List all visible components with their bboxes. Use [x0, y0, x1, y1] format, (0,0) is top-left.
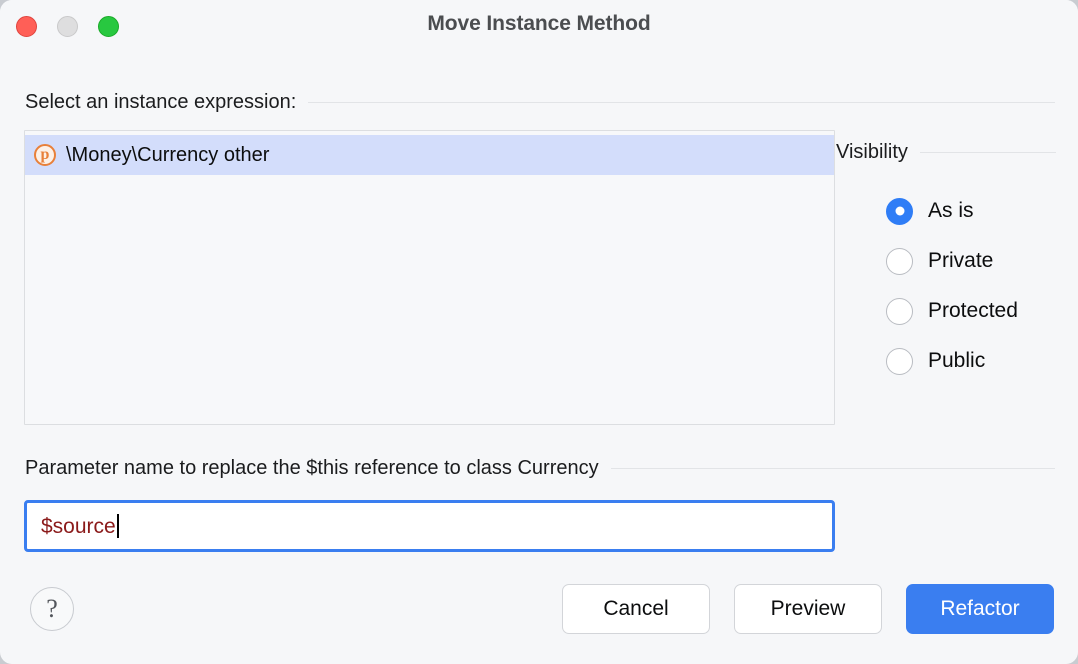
list-item[interactable]: p \Money\Currency other: [25, 135, 834, 175]
radio-protected-indicator[interactable]: [886, 297, 913, 325]
dialog-window: Move Instance Method Select an instance …: [0, 0, 1078, 664]
expression-list-inner: p \Money\Currency other: [25, 131, 834, 175]
radio-private-indicator[interactable]: [886, 247, 913, 275]
expression-header-divider: [308, 102, 1055, 103]
expression-section-label: Select an instance expression:: [25, 91, 297, 113]
radio-public-indicator[interactable]: [886, 347, 913, 375]
radio-option-public[interactable]: Public: [886, 336, 1018, 386]
window-title: Move Instance Method: [427, 12, 651, 35]
radio-protected-label: Protected: [928, 299, 1018, 322]
preview-button[interactable]: Preview: [734, 584, 882, 634]
visibility-section-label: Visibility: [836, 141, 908, 163]
refactor-button[interactable]: Refactor: [906, 584, 1054, 634]
dialog-body: Select an instance expression: p \Money\…: [0, 52, 1078, 664]
radio-private-label: Private: [928, 249, 994, 272]
help-button[interactable]: ?: [30, 587, 74, 631]
radio-option-private[interactable]: Private: [886, 236, 1018, 286]
dialog-footer: ? Cancel Preview Refactor: [0, 578, 1078, 664]
parameter-name-value: $source: [41, 514, 116, 538]
visibility-section-header: Visibility: [836, 141, 1056, 164]
visibility-radio-group: As is Private Protected Public: [886, 186, 1018, 386]
radio-public-label: Public: [928, 349, 986, 372]
radio-option-protected[interactable]: Protected: [886, 286, 1018, 336]
text-caret: [116, 514, 119, 538]
visibility-panel: Visibility As is Private Protected Publi…: [836, 130, 1078, 425]
list-item-label: \Money\Currency other: [66, 144, 270, 166]
expression-section-header: Select an instance expression:: [25, 91, 1055, 114]
parameter-section-header: Parameter name to replace the $this refe…: [25, 457, 1055, 480]
radio-as-is-indicator[interactable]: [886, 197, 913, 225]
content-row: p \Money\Currency other Visibility As is: [0, 130, 1078, 425]
parameter-section-label: Parameter name to replace the $this refe…: [25, 457, 599, 479]
radio-option-as-is[interactable]: As is: [886, 186, 1018, 236]
visibility-header-divider: [919, 152, 1056, 153]
cancel-button[interactable]: Cancel: [562, 584, 710, 634]
php-parameter-icon: p: [34, 144, 56, 166]
title-bar: Move Instance Method: [0, 0, 1078, 52]
expression-list[interactable]: p \Money\Currency other: [24, 130, 835, 425]
parameter-name-input[interactable]: $source: [24, 500, 835, 552]
radio-as-is-label: As is: [928, 199, 974, 222]
parameter-header-divider: [610, 468, 1055, 469]
footer-button-row: Cancel Preview Refactor: [562, 584, 1054, 634]
